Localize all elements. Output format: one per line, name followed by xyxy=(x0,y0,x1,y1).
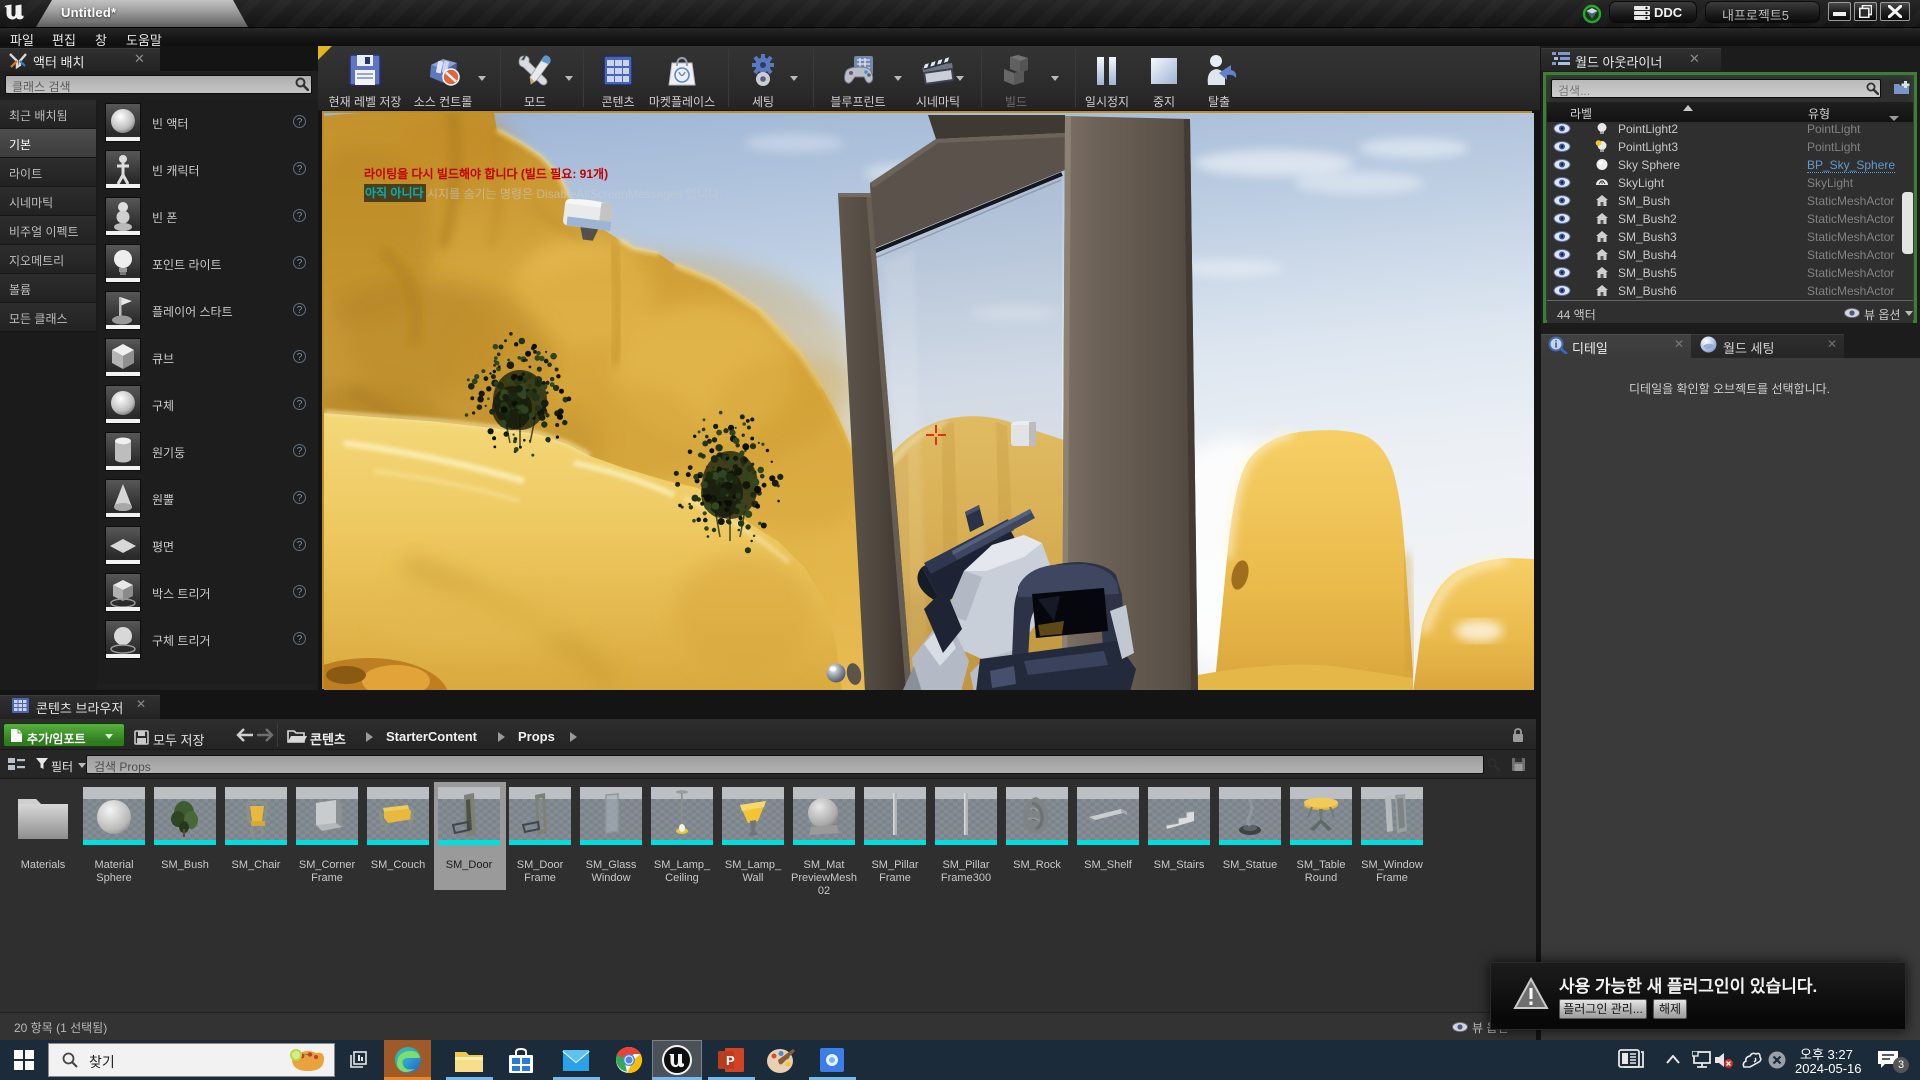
svg-text:i: i xyxy=(1555,340,1558,351)
svg-text:P: P xyxy=(726,1053,735,1068)
